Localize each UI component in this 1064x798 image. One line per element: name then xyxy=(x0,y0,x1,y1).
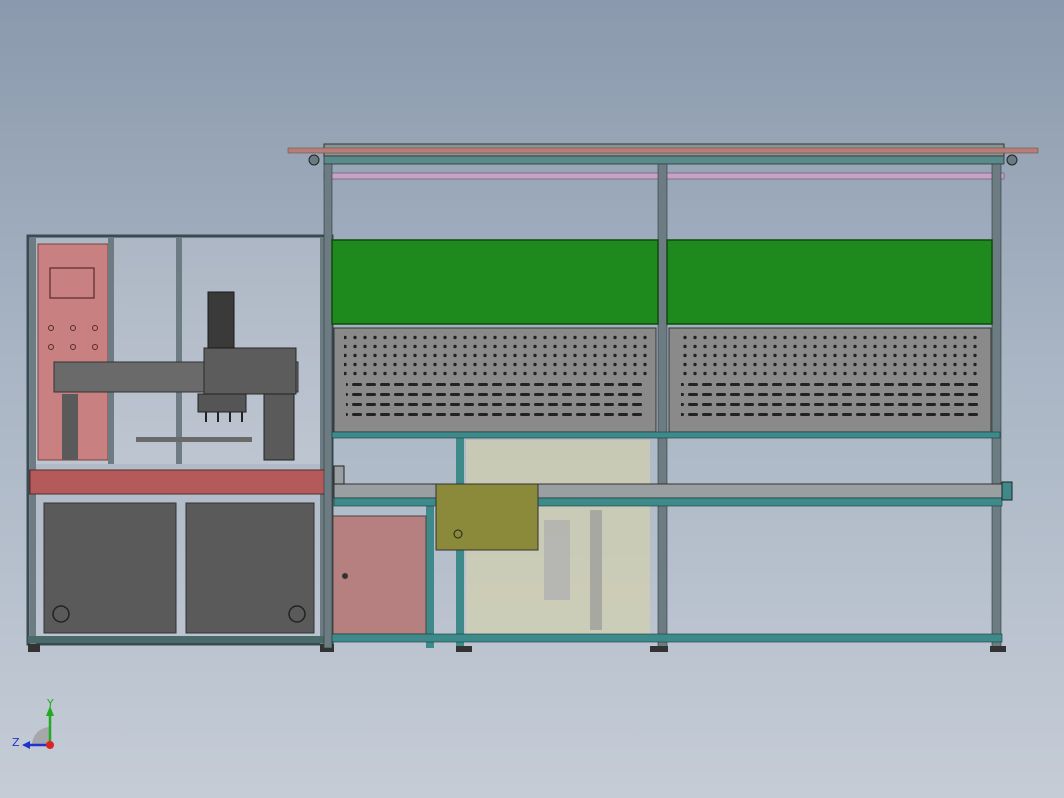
lower-door-right[interactable] xyxy=(185,502,315,634)
hmi-screen[interactable] xyxy=(49,267,95,299)
upright-left xyxy=(30,238,36,644)
mid-rail xyxy=(331,431,1001,439)
cabinet-lock-icon[interactable] xyxy=(342,573,348,579)
green-panel-left xyxy=(331,239,659,325)
foot-2 xyxy=(650,646,668,652)
foot-3 xyxy=(990,646,1006,652)
axis-triad xyxy=(22,706,54,749)
post-3 xyxy=(991,163,1002,649)
top-rail xyxy=(323,155,1005,165)
left-base-rail xyxy=(28,636,334,643)
left-foot-1 xyxy=(28,644,40,652)
inner-chain xyxy=(590,510,602,630)
perforated-holes-left xyxy=(344,332,648,378)
green-panel-right xyxy=(666,239,993,325)
base-rail-right xyxy=(331,633,1003,643)
gantry-carriage xyxy=(203,347,297,395)
right-line[interactable] xyxy=(287,143,1039,652)
cad-viewport[interactable]: Y Z xyxy=(0,0,1064,798)
gantry-leg-left xyxy=(62,394,78,460)
gantry-leg-right xyxy=(263,393,295,461)
post-2 xyxy=(657,163,668,649)
conveyor-rail xyxy=(333,483,1007,499)
olive-carriage[interactable] xyxy=(435,483,539,551)
inner-cylinder xyxy=(544,520,570,600)
post-5 xyxy=(426,490,434,648)
post-1 xyxy=(323,163,333,649)
left-machine[interactable] xyxy=(26,234,334,652)
air-pipe xyxy=(287,147,1039,154)
foot-1 xyxy=(456,646,472,652)
perforated-slots-left xyxy=(346,382,646,422)
z-axis-label: Z xyxy=(12,736,20,749)
valve-right-icon[interactable] xyxy=(1006,154,1018,166)
upright-2 xyxy=(176,238,182,464)
work-table xyxy=(136,437,252,442)
conveyor-rail-lower xyxy=(333,497,1003,507)
perforated-holes-right xyxy=(679,332,983,378)
tool-head xyxy=(207,291,235,349)
tool-clamp xyxy=(197,393,247,413)
conveyor-end-cap[interactable] xyxy=(1001,481,1013,501)
lower-door-left[interactable] xyxy=(43,502,177,634)
valve-left-icon[interactable] xyxy=(308,154,320,166)
red-crossbar xyxy=(29,469,331,495)
upright-1 xyxy=(108,238,114,464)
y-axis-label: Y xyxy=(46,697,54,710)
perforated-slots-right xyxy=(681,382,981,422)
conveyor-start-cap[interactable] xyxy=(333,465,345,485)
